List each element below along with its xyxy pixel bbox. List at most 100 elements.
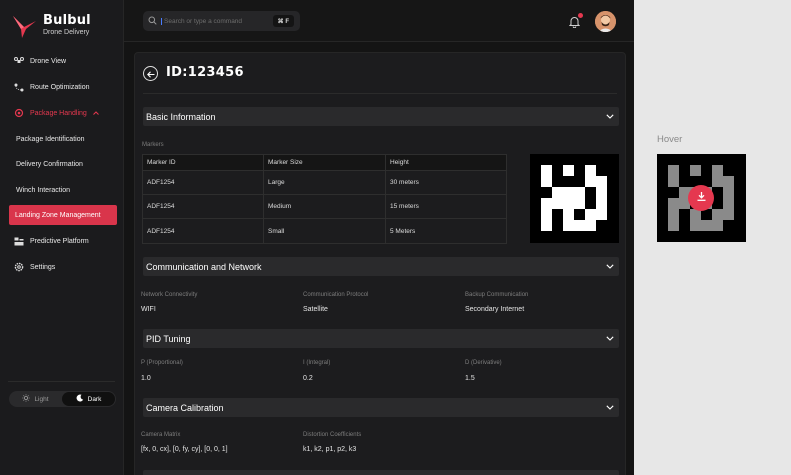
sidebar-item-drone-view[interactable]: Drone View	[8, 51, 118, 71]
theme-toggle[interactable]: Light Dark	[9, 391, 116, 407]
title-divider	[143, 93, 617, 94]
section-title: Basic Information	[146, 111, 216, 122]
shortcut-badge: ⌘ F	[272, 15, 294, 27]
bird-logo-icon	[13, 16, 36, 38]
brand-subtitle: Drone Delivery	[43, 29, 90, 36]
column-header: Marker Size	[264, 155, 386, 170]
height-cell: 5 Meters	[390, 227, 416, 235]
section-title: Communication and Network	[146, 261, 262, 272]
theme-dark-option[interactable]: Dark	[62, 392, 115, 406]
backup-communication-label: Backup Communication	[465, 292, 529, 298]
platform-icon	[14, 236, 24, 246]
gear-icon	[14, 262, 24, 272]
detail-panel: ID:123456 Basic Information Markers Mark…	[134, 52, 626, 475]
camera-matrix-label: Camera Matrix	[141, 432, 181, 438]
sidebar-item-label: Predictive Platform	[30, 237, 89, 245]
download-icon	[696, 189, 707, 207]
column-header: Marker ID	[143, 155, 264, 170]
section-title: PID Tuning	[146, 333, 191, 344]
markers-table: Marker ID Marker Size Height ADF1254 Lar…	[142, 154, 507, 244]
camera-matrix-value: [fx, 0, cx], [0, fy, cy], [0, 0, 1]	[141, 446, 228, 453]
sidebar-item-package-handling[interactable]: Package Handling	[8, 103, 118, 123]
moon-icon	[76, 394, 84, 404]
sidebar-item-delivery-confirmation[interactable]: Delivery Confirmation	[8, 154, 118, 174]
page-title: ID:123456	[166, 65, 244, 80]
communication-protocol-value: Satellite	[303, 306, 328, 313]
download-button[interactable]	[688, 185, 714, 211]
network-connectivity-value: WIFI	[141, 306, 156, 313]
sidebar-item-label: Winch Interaction	[16, 186, 71, 194]
sidebar-item-winch-interaction[interactable]: Winch Interaction	[8, 180, 118, 200]
aruco-marker-hover-preview[interactable]	[657, 154, 746, 242]
app-window: Bulbul Drone Delivery Drone View Route O…	[0, 0, 634, 475]
sidebar-item-landing-zone-management[interactable]: Landing Zone Management	[9, 205, 117, 225]
sun-icon	[22, 394, 31, 404]
section-title: Camera Calibration	[146, 402, 224, 413]
next-section-header[interactable]	[143, 470, 619, 475]
sidebar-item-label: Route Optimization	[30, 83, 90, 91]
chevron-up-icon	[92, 110, 99, 117]
distortion-coefficients-value: k1, k2, p1, p2, k3	[303, 446, 357, 453]
back-button[interactable]	[143, 66, 158, 81]
marker-id-cell: ADF1254	[143, 219, 264, 243]
marker-id-cell: ADF1254	[143, 171, 264, 194]
markers-label: Markers	[142, 142, 164, 148]
sidebar-item-predictive-platform[interactable]: Predictive Platform	[8, 231, 118, 251]
section-pid-tuning[interactable]: PID Tuning	[143, 329, 619, 348]
section-communication-network[interactable]: Communication and Network	[143, 257, 619, 276]
sidebar-item-package-identification[interactable]: Package Identification	[8, 129, 118, 149]
marker-size-cell: Large	[264, 171, 386, 194]
marker-id-cell: ADF1254	[143, 195, 264, 218]
sidebar-item-label: Landing Zone Management	[15, 211, 101, 219]
sidebar-item-route-optimization[interactable]: Route Optimization	[8, 77, 118, 97]
sidebar-divider	[8, 381, 115, 382]
pid-p-label: P (Proportional)	[141, 360, 183, 366]
table-row[interactable]: ADF1254 Small 5 Meters	[143, 219, 506, 243]
pid-d-label: D (Derivative)	[465, 360, 502, 366]
section-basic-information[interactable]: Basic Information	[143, 107, 619, 126]
topbar: ⌘ F	[124, 0, 634, 42]
pid-d-value: 1.5	[465, 375, 475, 382]
column-header: Height	[390, 159, 409, 166]
sidebar-item-label: Package Identification	[16, 135, 85, 143]
sidebar-item-label: Settings	[30, 263, 56, 271]
table-row[interactable]: ADF1254 Large 30 meters	[143, 171, 506, 195]
sidebar-item-label: Delivery Confirmation	[16, 160, 83, 168]
table-row[interactable]: ADF1254 Medium 15 meters	[143, 195, 506, 219]
user-avatar[interactable]	[595, 11, 616, 32]
brand-logo[interactable]: Bulbul Drone Delivery	[12, 13, 122, 41]
route-icon	[14, 82, 24, 92]
chevron-down-icon	[606, 113, 614, 121]
table-header-row: Marker ID Marker Size Height	[143, 155, 506, 171]
pid-p-value: 1.0	[141, 375, 151, 382]
chevron-down-icon	[606, 335, 614, 343]
search-input[interactable]	[161, 17, 265, 25]
chevron-down-icon	[606, 263, 614, 271]
sidebar: Bulbul Drone Delivery Drone View Route O…	[0, 0, 124, 475]
height-cell: 30 meters	[390, 179, 419, 186]
arrow-left-icon	[146, 65, 155, 83]
marker-size-cell: Small	[264, 219, 386, 243]
theme-light-option[interactable]: Light	[9, 392, 62, 406]
sidebar-item-label: Drone View	[30, 57, 67, 65]
pid-i-value: 0.2	[303, 375, 313, 382]
drone-icon	[14, 56, 24, 66]
sidebar-item-settings[interactable]: Settings	[8, 257, 118, 277]
distortion-coefficients-label: Distortion Coefficients	[303, 432, 362, 438]
backup-communication-value: Secondary Internet	[465, 306, 525, 313]
sidebar-item-label: Package Handling	[30, 109, 87, 117]
pid-i-label: I (Integral)	[303, 360, 331, 366]
notification-bell[interactable]	[568, 13, 583, 29]
height-cell: 15 meters	[390, 203, 419, 210]
package-icon	[14, 108, 24, 118]
search-icon	[148, 12, 157, 30]
communication-protocol-label: Communication Protocol	[303, 292, 369, 298]
command-search[interactable]: ⌘ F	[143, 11, 300, 31]
hover-state-label: Hover	[657, 134, 683, 145]
aruco-marker-image[interactable]	[530, 154, 619, 243]
chevron-down-icon	[606, 404, 614, 412]
network-connectivity-label: Network Connectivity	[141, 292, 198, 298]
notification-dot	[578, 13, 583, 18]
section-camera-calibration[interactable]: Camera Calibration	[143, 398, 619, 417]
marker-size-cell: Medium	[264, 195, 386, 218]
